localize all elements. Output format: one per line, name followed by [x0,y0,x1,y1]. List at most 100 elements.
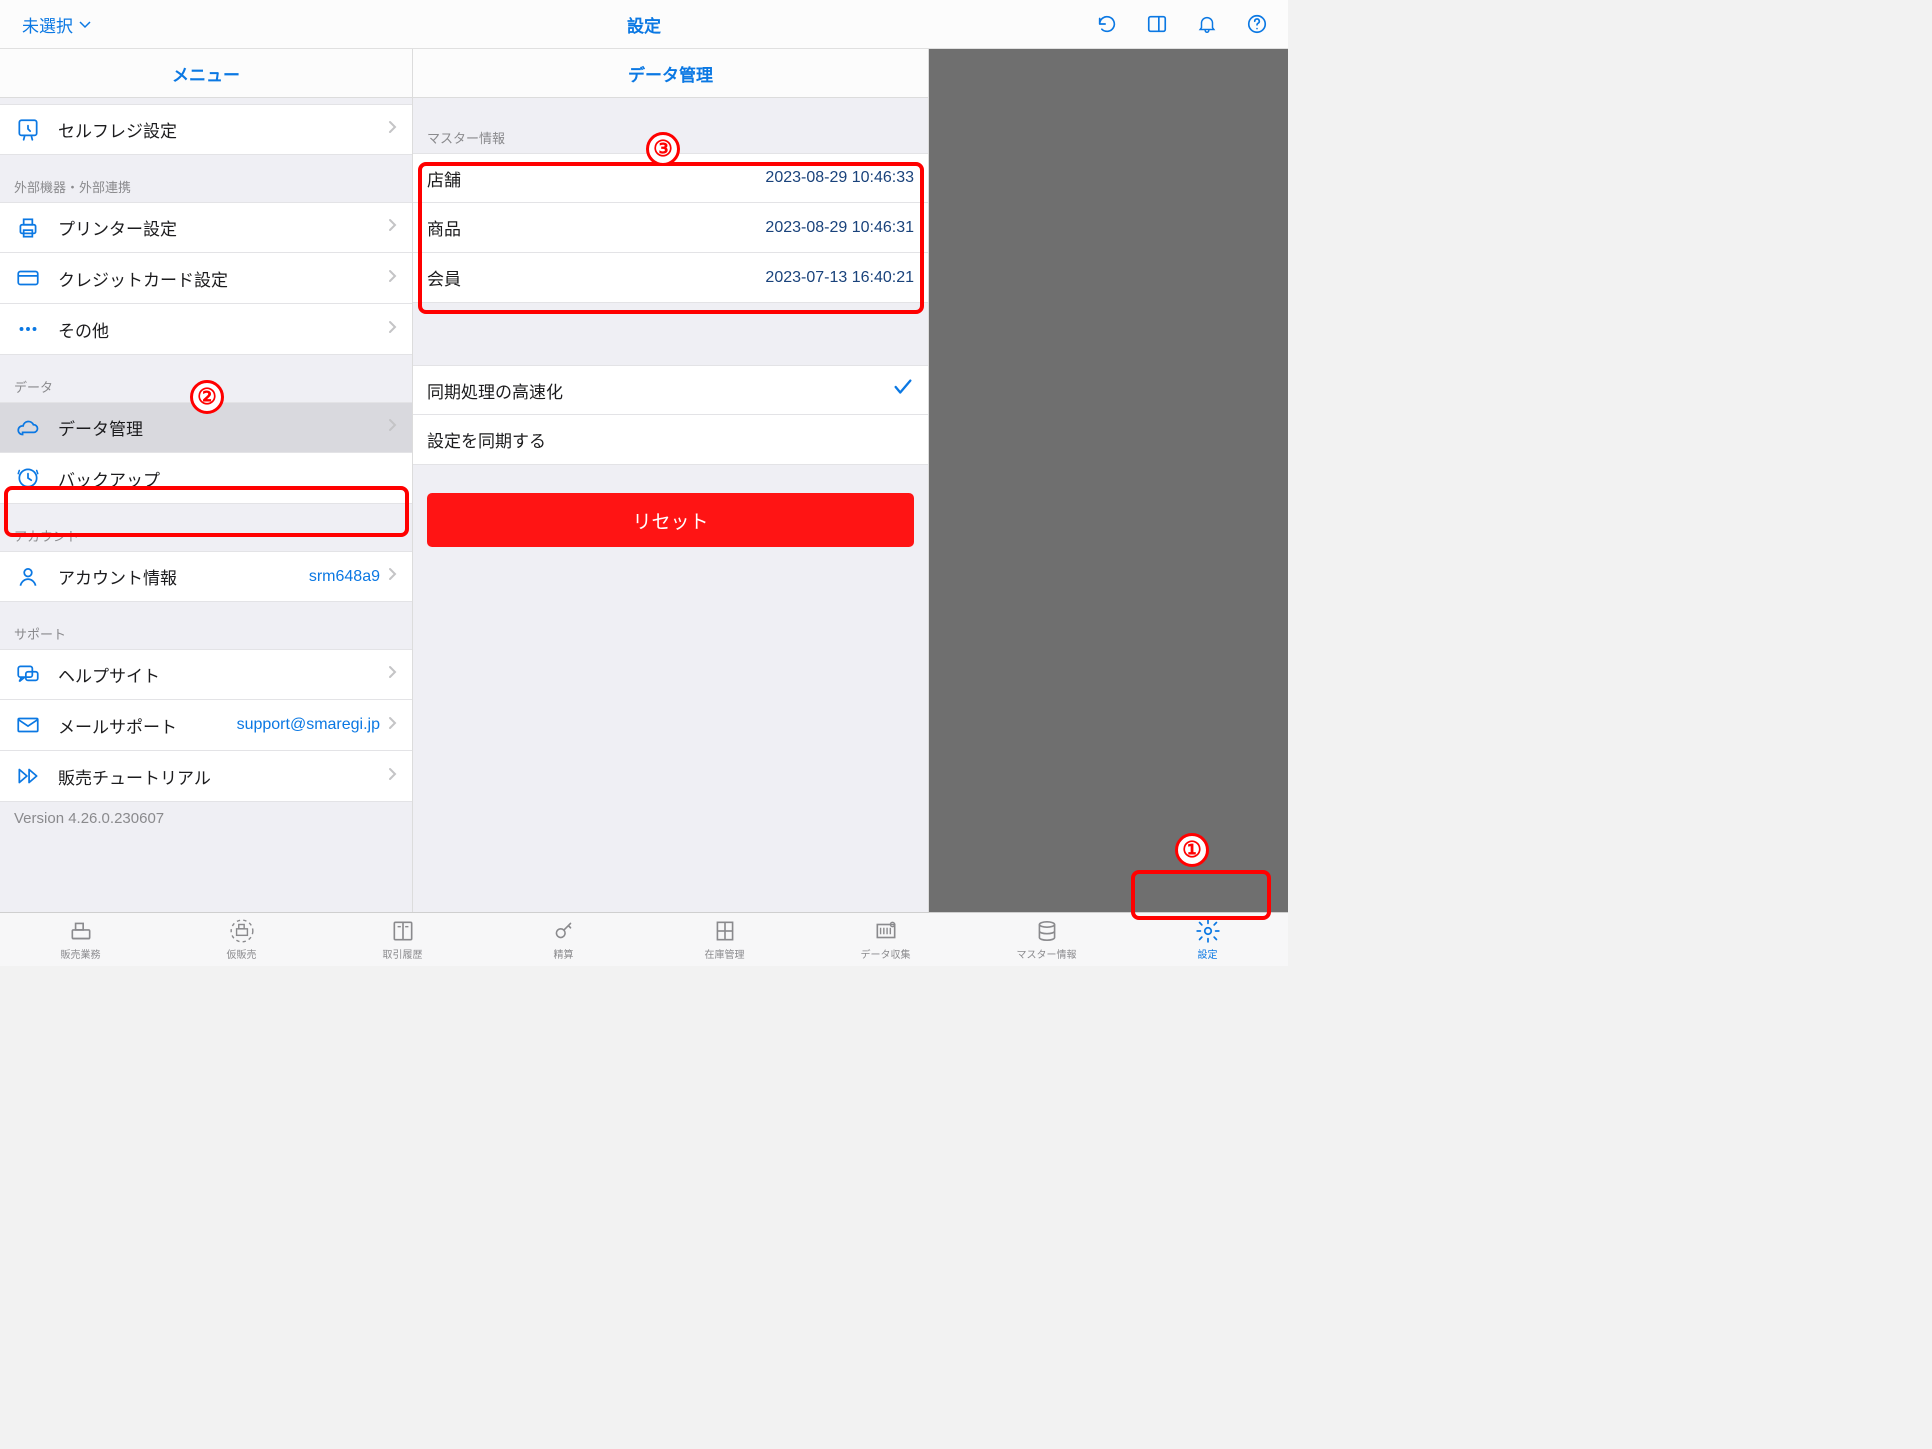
database-icon [1034,918,1060,944]
menu-row-その他[interactable]: その他 [0,304,412,355]
menu-row-label: その他 [58,317,388,342]
person-icon [14,563,42,591]
tab-データ収集[interactable]: データ収集 [805,913,966,966]
detail-label: 設定を同期する [427,427,914,452]
menu-row-value: support@smaregi.jp [237,716,380,734]
tab-label: 精算 [554,946,574,961]
detail-label: 店舗 [427,166,765,191]
register-dashed-icon [229,918,255,944]
menu-row-バックアップ[interactable]: バックアップ [0,453,412,504]
tab-精算[interactable]: 精算 [483,913,644,966]
printer-icon [14,214,42,242]
tab-bar: 販売業務 仮販売 取引履歴 精算 在庫管理 データ収集 マスター情報 設定 [0,912,1288,966]
tab-マスター情報[interactable]: マスター情報 [966,913,1127,966]
menu-section-header: 外部機器・外部連携 [0,155,412,202]
menu-section-header: データ [0,355,412,402]
gear-icon [1195,918,1221,944]
detail-row-sync-fast[interactable]: 同期処理の高速化 [413,365,928,415]
detail-label: 会員 [427,265,765,290]
forward-icon [14,762,42,790]
detail-column: データ管理 マスター情報 店舗2023-08-29 10:46:33商品2023… [413,49,929,912]
master-row-商品[interactable]: 商品2023-08-29 10:46:31 [413,203,928,253]
key-icon [551,918,577,944]
chevron-right-icon [388,320,398,339]
barcode-icon [873,918,899,944]
chevron-right-icon [388,567,398,586]
master-row-会員[interactable]: 会員2023-07-13 16:40:21 [413,253,928,303]
menu-row-label: アカウント情報 [58,564,309,589]
tab-label: マスター情報 [1017,946,1077,961]
version-label: Version 4.26.0.230607 [0,802,412,835]
tab-設定[interactable]: 設定 [1127,913,1288,966]
chevron-right-icon [388,269,398,288]
menu-row-プリンター設定[interactable]: プリンター設定 [0,202,412,253]
help-icon[interactable] [1246,13,1268,35]
detail-title: データ管理 [413,49,928,98]
menu-section-header: アカウント [0,504,412,551]
detail-row-sync-settings[interactable]: 設定を同期する [413,415,928,465]
tab-販売業務[interactable]: 販売業務 [0,913,161,966]
menu-row-label: ヘルプサイト [58,662,388,687]
menu-row-販売チュートリアル[interactable]: 販売チュートリアル [0,751,412,802]
split-view-icon[interactable] [1146,13,1168,35]
detail-value: 2023-08-29 10:46:31 [765,219,914,237]
menu-row-label: データ管理 [58,415,388,440]
chat-icon [14,661,42,689]
menu-section-header: サポート [0,602,412,649]
tab-label: 設定 [1198,946,1218,961]
tab-label: データ収集 [861,946,911,961]
chevron-right-icon [388,218,398,237]
header-left-label: 未選択 [22,12,73,37]
right-empty-column [929,49,1288,912]
detail-value: 2023-08-29 10:46:33 [765,169,914,187]
menu-row-クレジットカード設定[interactable]: クレジットカード設定 [0,253,412,304]
mail-icon [14,711,42,739]
reset-button[interactable]: リセット [427,493,914,547]
tab-label: 取引履歴 [383,946,423,961]
self-checkout-icon [14,116,42,144]
detail-section-header-master: マスター情報 [413,98,928,153]
detail-value: 2023-07-13 16:40:21 [765,269,914,287]
tab-在庫管理[interactable]: 在庫管理 [644,913,805,966]
clock-icon [14,464,42,492]
card-icon [14,264,42,292]
app-header: 未選択 設定 [0,0,1288,49]
menu-title: メニュー [0,49,412,98]
menu-row-label: 販売チュートリアル [58,764,388,789]
drawers-icon [712,918,738,944]
detail-label: 商品 [427,215,765,240]
refresh-icon[interactable] [1096,13,1118,35]
menu-row-label: クレジットカード設定 [58,266,388,291]
chevron-right-icon [388,120,398,139]
reset-button-label: リセット [632,507,708,534]
header-left-button[interactable]: 未選択 [22,12,91,37]
chevron-right-icon [388,716,398,735]
menu-row-メールサポート[interactable]: メールサポートsupport@smaregi.jp [0,700,412,751]
tab-label: 在庫管理 [705,946,745,961]
cloud-icon [14,414,42,442]
menu-row-label: バックアップ [58,466,398,491]
menu-row-ヘルプサイト[interactable]: ヘルプサイト [0,649,412,700]
book-icon [390,918,416,944]
chevron-down-icon [79,17,91,32]
tab-label: 販売業務 [61,946,101,961]
chevron-right-icon [388,665,398,684]
tab-取引履歴[interactable]: 取引履歴 [322,913,483,966]
master-row-店舗[interactable]: 店舗2023-08-29 10:46:33 [413,153,928,203]
tab-label: 仮販売 [227,946,257,961]
header-right-icons [1096,13,1268,35]
menu-row-セルフレジ設定[interactable]: セルフレジ設定 [0,104,412,155]
dots-icon [14,315,42,343]
menu-row-アカウント情報[interactable]: アカウント情報srm648a9 [0,551,412,602]
chevron-right-icon [388,767,398,786]
bell-icon[interactable] [1196,13,1218,35]
detail-label: 同期処理の高速化 [427,378,892,403]
menu-row-label: セルフレジ設定 [58,117,388,142]
menu-row-label: プリンター設定 [58,215,388,240]
menu-row-データ管理[interactable]: データ管理 [0,402,412,453]
register-icon [68,918,94,944]
menu-row-label: メールサポート [58,713,237,738]
menu-row-value: srm648a9 [309,568,380,586]
check-icon [892,376,914,404]
tab-仮販売[interactable]: 仮販売 [161,913,322,966]
